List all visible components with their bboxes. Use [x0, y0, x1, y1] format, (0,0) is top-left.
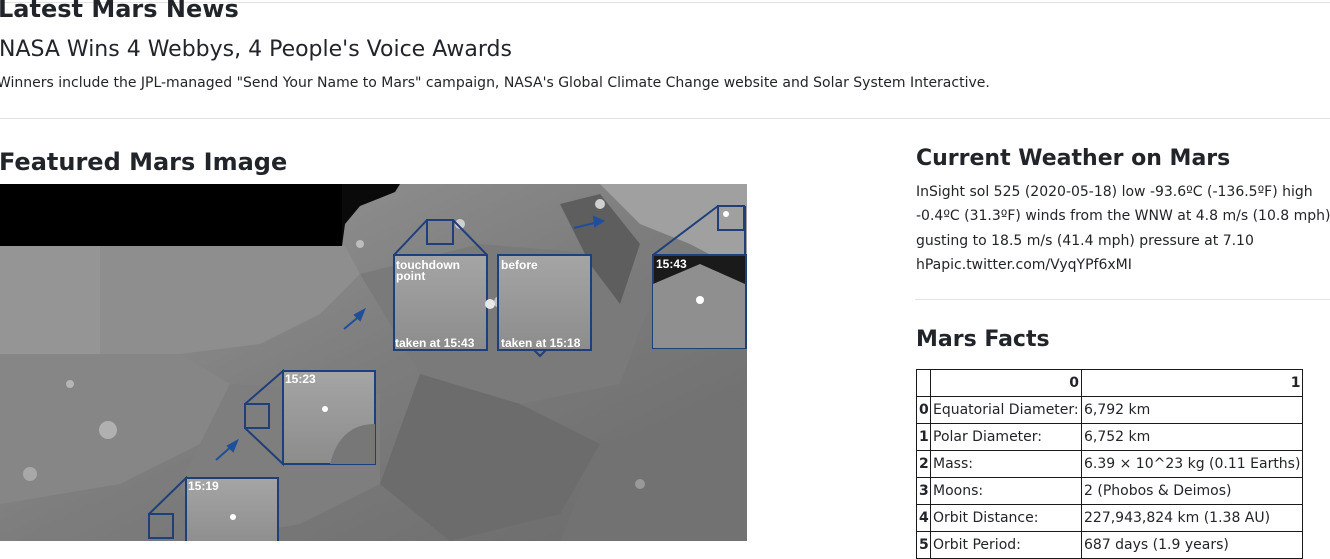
news-teaser: Winners include the JPL-managed "Send Yo…: [0, 75, 990, 91]
fact-value: 2 (Phobos & Deimos): [1080, 477, 1304, 505]
fact-label: Orbit Distance:: [930, 504, 1082, 532]
inset-label-1519: 15:19: [188, 479, 219, 493]
table-row: 1 Polar Diameter: 6,752 km: [916, 423, 1304, 451]
row-index: 1: [916, 423, 931, 451]
fact-label: Orbit Period:: [930, 531, 1082, 559]
mars-facts-table: 0 1 0 Equatorial Diameter: 6,792 km 1 Po…: [916, 369, 1304, 559]
fact-value: 6.39 × 10^23 kg (0.11 Earths): [1080, 450, 1304, 478]
fact-label: Moons:: [930, 477, 1082, 505]
table-row: 2 Mass: 6.39 × 10^23 kg (0.11 Earths): [916, 450, 1304, 478]
table-row: 5 Orbit Period: 687 days (1.9 years): [916, 531, 1304, 559]
weather-section-title: Current Weather on Mars: [916, 146, 1231, 171]
row-index: 5: [916, 531, 931, 559]
fact-value: 6,752 km: [1080, 423, 1304, 451]
inset-label-point: point: [396, 269, 425, 283]
featured-image-title: Featured Mars Image: [0, 148, 288, 176]
fact-label: Polar Diameter:: [930, 423, 1082, 451]
inset-label-before: before: [501, 258, 538, 272]
fact-value: 687 days (1.9 years): [1080, 531, 1304, 559]
row-index: 2: [916, 450, 931, 478]
table-row: 3 Moons: 2 (Phobos & Deimos): [916, 477, 1304, 505]
table-header-index: [916, 369, 931, 397]
fact-value: 6,792 km: [1080, 396, 1304, 424]
inset-label-before-taken: taken at 15:18: [501, 336, 581, 350]
table-header-1: 1: [1080, 369, 1304, 397]
table-header-row: 0 1: [916, 369, 1304, 397]
row-index: 3: [916, 477, 931, 505]
weather-report: InSight sol 525 (2020-05-18) low -93.6ºC…: [916, 184, 1330, 274]
weather-divider: [915, 299, 1330, 300]
fact-label: Mass:: [930, 450, 1082, 478]
table-header-0: 0: [930, 369, 1082, 397]
facts-section-title: Mars Facts: [916, 327, 1050, 352]
inset-label-1543: 15:43: [656, 257, 687, 271]
fact-label: Equatorial Diameter:: [930, 396, 1082, 424]
table-row: 4 Orbit Distance: 227,943,824 km (1.38 A…: [916, 504, 1304, 532]
row-index: 0: [916, 396, 931, 424]
news-headline[interactable]: NASA Wins 4 Webbys, 4 People's Voice Awa…: [0, 35, 512, 65]
row-index: 4: [916, 504, 931, 532]
inset-label-1523: 15:23: [285, 372, 316, 386]
fact-value: 227,943,824 km (1.38 AU): [1080, 504, 1304, 532]
news-section-title: Latest Mars News: [0, 0, 239, 23]
featured-mars-image[interactable]: touchdown point taken at 15:43 before ta…: [0, 184, 747, 541]
table-row: 0 Equatorial Diameter: 6,792 km: [916, 396, 1304, 424]
inset-label-touchdown-taken: taken at 15:43: [395, 336, 475, 350]
section-divider: [0, 118, 1330, 119]
